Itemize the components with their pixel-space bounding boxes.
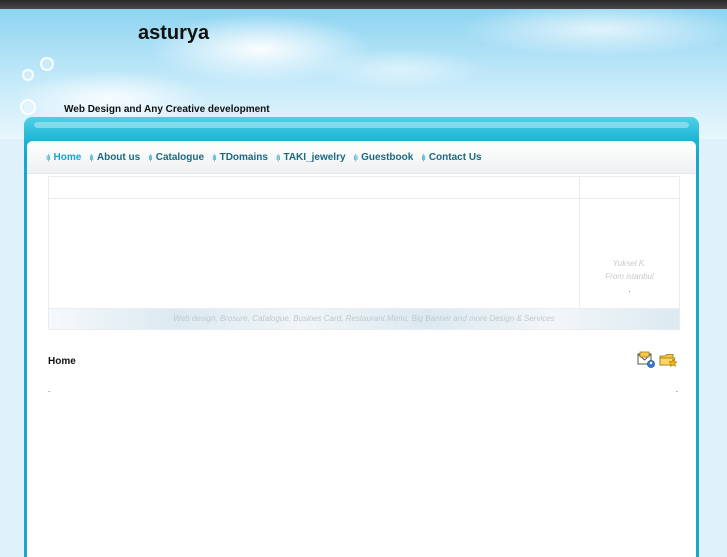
frame-highlight bbox=[34, 122, 689, 128]
page-title: Home bbox=[48, 356, 76, 367]
sound-wave-icon: ı|ı bbox=[275, 152, 280, 162]
sound-wave-icon: ı|ı bbox=[89, 152, 93, 162]
box-header-left bbox=[49, 177, 580, 199]
nav-item-guestbook[interactable]: ı|ı Guestbook bbox=[354, 152, 414, 163]
nav-item-contact-us[interactable]: ı|ı Contact Us bbox=[421, 152, 481, 163]
testimonial-quote: Yuksel K. From istanbul . bbox=[580, 257, 679, 296]
content-right-mark: . bbox=[675, 385, 678, 394]
nav-item-catalogue[interactable]: ı|ı Catalogue bbox=[148, 152, 204, 163]
bookmark-folder-icon[interactable] bbox=[658, 351, 678, 369]
box-main-area bbox=[49, 199, 580, 309]
email-page-icon[interactable] bbox=[636, 351, 656, 369]
sound-wave-icon: ı|ı bbox=[148, 152, 152, 162]
sound-wave-icon: ı|ı bbox=[353, 152, 358, 162]
nav-link-home[interactable]: Home bbox=[54, 152, 82, 163]
testimonial-area: Yuksel K. From istanbul . bbox=[580, 199, 679, 309]
main-nav: ı|ı Home ı|ı About us ı|ı Catalogue ı|ı … bbox=[27, 141, 696, 174]
bubble-decoration bbox=[22, 69, 34, 81]
content-left-mark: . bbox=[48, 385, 51, 394]
nav-link-contact-us[interactable]: Contact Us bbox=[429, 152, 482, 163]
services-banner: Web design, Brosure, Catalogue, Busines … bbox=[49, 308, 679, 329]
page-tools bbox=[636, 351, 678, 369]
feature-box: Yuksel K. From istanbul . Web design, Br… bbox=[48, 176, 680, 330]
services-banner-text: Web design, Brosure, Catalogue, Busines … bbox=[173, 314, 555, 323]
testimonial-author: Yuksel K. bbox=[612, 259, 647, 268]
nav-link-guestbook[interactable]: Guestbook bbox=[361, 152, 413, 163]
main-frame: ı|ı Home ı|ı About us ı|ı Catalogue ı|ı … bbox=[24, 117, 699, 557]
bubble-decoration bbox=[40, 57, 54, 71]
top-bar bbox=[0, 0, 727, 9]
site-slogan: Web Design and Any Creative development bbox=[64, 104, 270, 115]
nav-item-home[interactable]: ı|ı Home bbox=[46, 152, 81, 163]
testimonial-location: From istanbul bbox=[605, 272, 654, 281]
nav-link-taki-jewelry[interactable]: TAKI_jewelry bbox=[283, 152, 345, 163]
nav-item-tdomains[interactable]: ı|ı TDomains bbox=[212, 152, 268, 163]
content-panel: ı|ı Home ı|ı About us ı|ı Catalogue ı|ı … bbox=[27, 141, 696, 557]
nav-link-tdomains[interactable]: TDomains bbox=[220, 152, 268, 163]
nav-link-about-us[interactable]: About us bbox=[97, 152, 140, 163]
sound-wave-icon: ı|ı bbox=[46, 152, 50, 162]
box-header-right bbox=[580, 177, 679, 199]
sound-wave-icon: ı|ı bbox=[212, 152, 216, 162]
nav-item-taki-jewelry[interactable]: ı|ı TAKI_jewelry bbox=[276, 152, 346, 163]
nav-link-catalogue[interactable]: Catalogue bbox=[156, 152, 204, 163]
site-title[interactable]: asturya bbox=[138, 22, 209, 45]
bubble-decoration bbox=[20, 99, 36, 115]
testimonial-mark: . bbox=[628, 285, 631, 294]
nav-item-about-us[interactable]: ı|ı About us bbox=[89, 152, 140, 163]
sound-wave-icon: ı|ı bbox=[421, 152, 425, 162]
